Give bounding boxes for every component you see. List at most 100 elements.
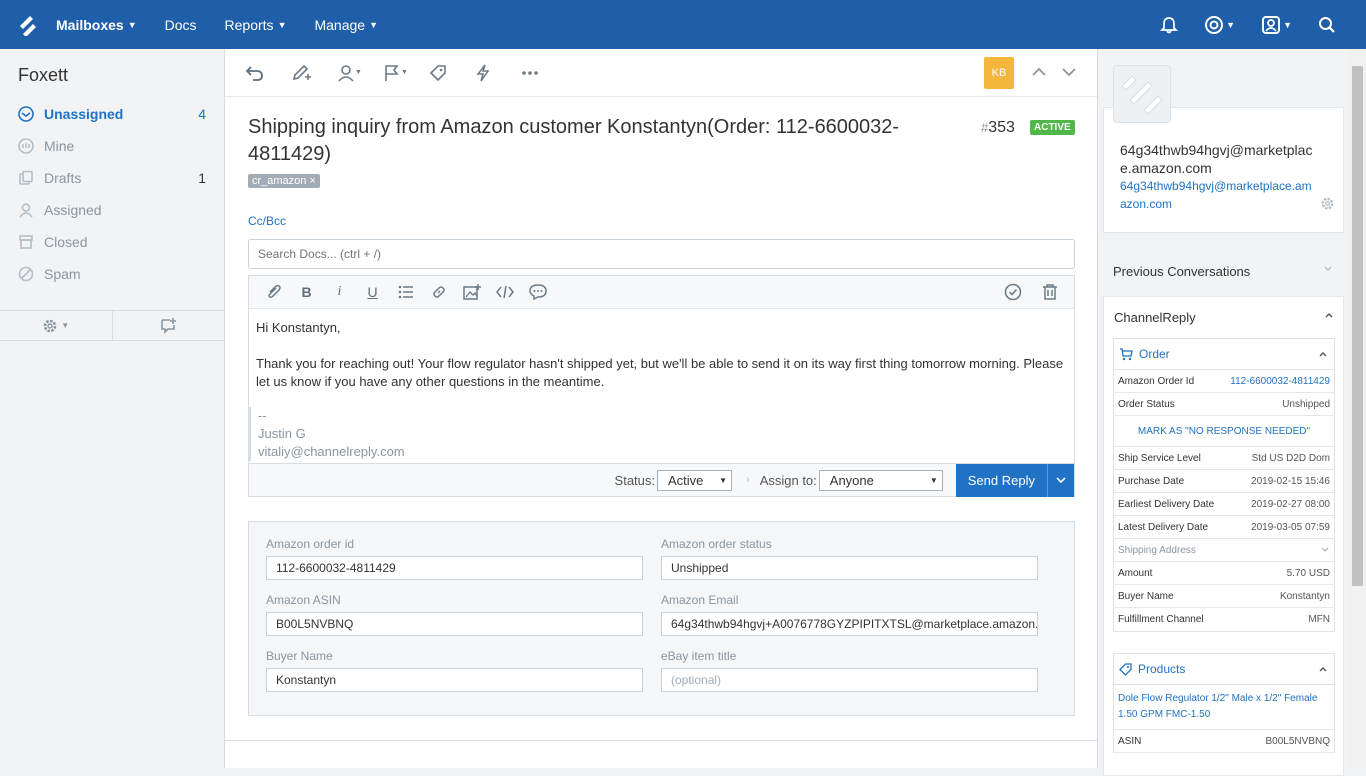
- inbox-icon: [18, 106, 34, 122]
- mark-no-response-button[interactable]: MARK AS "NO RESPONSE NEEDED": [1114, 416, 1334, 447]
- status-button[interactable]: ▼: [383, 64, 429, 82]
- help-menu[interactable]: ▼: [1204, 15, 1235, 35]
- row-value: 5.70 USD: [1286, 567, 1330, 579]
- trash-icon[interactable]: [1042, 283, 1058, 301]
- order-row: Amount 5.70 USD: [1114, 562, 1334, 585]
- chevron-down-icon: ▼: [61, 321, 70, 330]
- attach-icon[interactable]: [257, 284, 290, 300]
- workflow-button[interactable]: [475, 64, 521, 82]
- gear-icon[interactable]: [1320, 196, 1335, 211]
- bell-icon[interactable]: [1160, 16, 1179, 34]
- sidebar-item-spam[interactable]: Spam: [0, 258, 224, 290]
- editor-body[interactable]: Hi Konstantyn, Thank you for reaching ou…: [249, 309, 1074, 471]
- assignee-avatar[interactable]: KB: [984, 57, 1014, 89]
- amazon-order-id-input[interactable]: 112-6600032-4811429: [266, 556, 643, 580]
- link-icon[interactable]: [422, 284, 455, 300]
- more-button[interactable]: [521, 70, 567, 76]
- row-value: Konstantyn: [1279, 590, 1330, 602]
- conversation-number-value: 353: [988, 119, 1015, 136]
- field-label: Amazon order id: [266, 537, 355, 551]
- products-header[interactable]: Products: [1114, 654, 1334, 685]
- chevron-up-icon[interactable]: [1030, 63, 1048, 81]
- shipping-address-toggle[interactable]: Shipping Address: [1114, 539, 1334, 562]
- sidebar-item-unassigned[interactable]: Unassigned 4: [0, 98, 224, 130]
- conversation-tag[interactable]: cr_amazon ×: [248, 174, 320, 188]
- amazon-email-input[interactable]: 64g34thwb94hgvj+A0076778GYZPIPITXTSL@mar…: [661, 612, 1038, 636]
- tag-icon: [429, 64, 447, 82]
- bold-icon[interactable]: B: [290, 284, 323, 300]
- search-icon[interactable]: [1318, 16, 1336, 34]
- amazon-asin-input[interactable]: B00L5NVBNQ: [266, 612, 643, 636]
- send-options-button[interactable]: [1048, 477, 1074, 483]
- signature-email: vitaliy@channelreply.com: [258, 444, 405, 459]
- underline-icon[interactable]: U: [356, 284, 389, 300]
- person-icon: [337, 64, 355, 82]
- order-row: Order Status Unshipped: [1114, 393, 1334, 416]
- field-amazon-email: Amazon Email 64g34thwb94hgvj+A0076778GYZ…: [661, 593, 1038, 636]
- mailbox-settings-button[interactable]: ▼: [0, 311, 113, 340]
- add-note-button[interactable]: [291, 64, 337, 82]
- cc-bcc-link[interactable]: Cc/Bcc: [248, 214, 286, 228]
- helpscout-logo-icon[interactable]: [0, 0, 56, 49]
- chevron-down-icon[interactable]: [1060, 63, 1078, 81]
- buyer-name-input[interactable]: Konstantyn: [266, 668, 643, 692]
- row-key: Purchase Date: [1118, 475, 1185, 487]
- sidebar-item-assigned[interactable]: Assigned: [0, 194, 224, 226]
- row-value: Std US D2D Dom: [1251, 452, 1330, 464]
- page-scrollbar[interactable]: [1349, 49, 1366, 768]
- product-row: ASIN B00L5NVBNQ: [1114, 730, 1334, 753]
- image-icon[interactable]: [455, 284, 488, 300]
- tag-button[interactable]: [429, 64, 475, 82]
- nav-docs[interactable]: Docs: [165, 17, 197, 33]
- send-reply-label[interactable]: Send Reply: [956, 463, 1048, 497]
- scrollbar-thumb[interactable]: [1352, 66, 1363, 586]
- assign-select[interactable]: Anyone ▼: [818, 469, 943, 491]
- customer-email-link[interactable]: 64g34thwb94hgvj@marketplace.amazon.com: [1120, 177, 1315, 213]
- sidebar-item-count: 4: [198, 106, 206, 122]
- chevron-down-icon: ▼: [277, 19, 287, 30]
- order-header[interactable]: Order: [1114, 339, 1334, 370]
- sidebar-item-label: Unassigned: [44, 106, 124, 122]
- row-key: Amazon Order Id: [1118, 375, 1195, 387]
- row-value: Unshipped: [1282, 398, 1330, 410]
- field-amazon-asin: Amazon ASIN B00L5NVBNQ: [266, 593, 643, 636]
- italic-icon[interactable]: i: [323, 284, 356, 300]
- tag-remove-icon[interactable]: ×: [309, 175, 315, 187]
- user-menu[interactable]: ▼: [1261, 15, 1292, 35]
- nav-manage[interactable]: Manage ▼: [314, 17, 378, 33]
- new-conversation-button[interactable]: [113, 311, 225, 340]
- chevron-up-icon: [1318, 664, 1328, 674]
- nav-mailboxes[interactable]: Mailboxes ▼: [56, 17, 137, 33]
- nav-reports[interactable]: Reports ▼: [225, 17, 287, 33]
- status-select[interactable]: Active ▼: [657, 469, 733, 491]
- saved-reply-icon[interactable]: [521, 284, 554, 300]
- sidebar-item-closed[interactable]: Closed: [0, 226, 224, 258]
- row-key: Fulfillment Channel: [1118, 614, 1204, 625]
- product-title-link[interactable]: Dole Flow Regulator 1/2" Male x 1/2" Fem…: [1114, 685, 1334, 730]
- chevron-down-icon: ▼: [1226, 19, 1236, 30]
- ebay-item-title-input[interactable]: (optional): [661, 668, 1038, 692]
- sidebar-item-mine[interactable]: Mine: [0, 130, 224, 162]
- sidebar-item-drafts[interactable]: Drafts 1: [0, 162, 224, 194]
- chevron-up-icon: [1324, 310, 1334, 325]
- undo-button[interactable]: [245, 64, 291, 82]
- channelreply-header[interactable]: ChannelReply: [1114, 310, 1334, 325]
- send-reply-button[interactable]: Send Reply: [955, 463, 1074, 497]
- sidebar-item-label: Drafts: [44, 170, 82, 186]
- compose-icon: [160, 317, 177, 334]
- sidebar-item-label: Closed: [44, 234, 88, 250]
- assign-button[interactable]: ▼: [337, 64, 383, 82]
- editor-body-text: Thank you for reaching out! Your flow re…: [256, 356, 1064, 389]
- list-icon[interactable]: [389, 285, 422, 299]
- customer-card: 64g34thwb94hgvj@marketplace.amazon.com 6…: [1103, 107, 1344, 233]
- check-circle-icon[interactable]: [1004, 283, 1022, 301]
- amazon-order-status-input[interactable]: Unshipped: [661, 556, 1038, 580]
- row-value: 2019-03-05 07:59: [1251, 521, 1330, 533]
- chevron-down-icon: ▼: [719, 475, 728, 485]
- search-docs-input[interactable]: [248, 239, 1075, 269]
- code-icon[interactable]: [488, 285, 521, 299]
- order-row: Amazon Order Id 112-6600032-4811429: [1114, 370, 1334, 393]
- previous-conversations-toggle[interactable]: Previous Conversations: [1113, 264, 1333, 279]
- chevron-down-icon: [1323, 264, 1333, 279]
- row-value[interactable]: 112-6600032-4811429: [1230, 376, 1330, 387]
